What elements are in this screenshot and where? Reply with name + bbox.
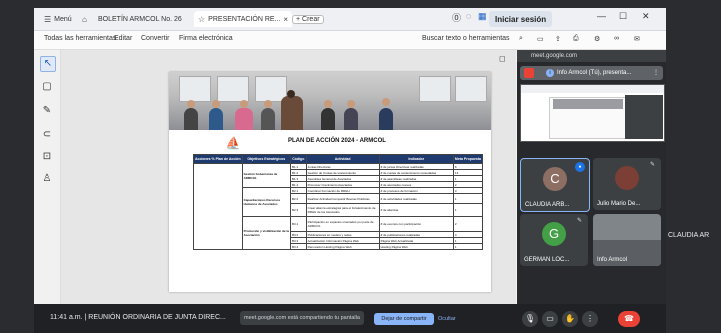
notification-icon[interactable]: ◌ — [466, 11, 471, 21]
browser-window: ☰ Menú ⌂ BOLETÍN ARMCOL No. 26 ☆ PRESENT… — [34, 8, 666, 304]
armcol-logo: ⛵ — [225, 136, 241, 150]
participant-side-label: CLAUDIA AR — [668, 232, 710, 239]
avatar: G — [542, 222, 566, 246]
pdf-toolbar: Todas las herramientas Editar Convertir … — [34, 31, 666, 50]
meet-panel: meet.google.com i Info Armcol (Tú), pres… — [517, 50, 666, 304]
stamp-tool-icon[interactable]: ♙ — [40, 172, 54, 186]
esign-menu[interactable]: Firma electrónica — [179, 35, 233, 42]
grid-icon: ☰ — [44, 14, 52, 24]
plan-title: PLAN DE ACCIÓN 2024 - ARMCOL — [288, 138, 386, 144]
share-notice: meet.google.com está compartiendo tu pan… — [240, 311, 364, 325]
all-tools-menu[interactable]: Todas las herramientas — [44, 35, 116, 42]
text-tool-icon[interactable]: ⊡ — [40, 150, 54, 164]
avatar: C — [543, 167, 567, 191]
tab-presentacion[interactable]: ☆ PRESENTACIÓN RE... × — [194, 11, 293, 27]
close-icon[interactable]: × — [283, 15, 288, 24]
record-icon[interactable] — [524, 68, 534, 78]
mic-icon[interactable]: 🎙 — [522, 311, 538, 327]
settings-icon[interactable]: ⚙ — [594, 35, 600, 43]
speaking-icon: ● — [575, 162, 585, 172]
stop-sharing-button[interactable]: Dejar de compartir — [374, 313, 434, 325]
muted-mic-icon: ✎ — [649, 162, 655, 168]
close-window-icon[interactable]: ✕ — [642, 11, 650, 22]
edit-menu[interactable]: Editar — [114, 35, 132, 42]
participant-tile-julio[interactable]: ✎ Julio Mario De... — [593, 158, 661, 210]
meet-bottom-bar: 11:41 a.m. | REUNIÓN ORDINARIA DE JUNTA … — [34, 304, 666, 333]
avatar — [615, 166, 639, 190]
table-header-row: Acciones % Plan de Acción Objetivos Estr… — [193, 154, 484, 164]
end-call-icon[interactable]: ☎ — [618, 311, 640, 327]
new-tab-button[interactable]: + Crear — [292, 11, 324, 27]
tab-home[interactable]: ⌂ — [82, 11, 87, 27]
tab-boletin[interactable]: BOLETÍN ARMCOL No. 26 — [98, 11, 182, 27]
help-icon[interactable]: ⓪ — [452, 11, 461, 24]
comment-icon[interactable]: ◻ — [499, 54, 506, 63]
pen-tool-icon[interactable]: ✎ — [40, 104, 54, 118]
presentation-thumbnail[interactable] — [520, 84, 665, 142]
hide-button[interactable]: Ocultar — [438, 313, 456, 325]
participant-tile-info-armcol[interactable]: Info Armcol — [593, 214, 661, 266]
muted-mic-icon: ✎ — [576, 218, 582, 224]
info-icon: i — [546, 69, 554, 77]
maximize-icon[interactable]: ☐ — [619, 11, 627, 22]
document-area: ◻ ⛵ PLAN DE ACCIÓN 2024 - ARMCOL Accione… — [61, 50, 516, 304]
meet-url-bar: meet.google.com — [517, 50, 666, 62]
share-icon[interactable]: ⇪ — [555, 35, 561, 43]
home-icon: ⌂ — [82, 14, 87, 24]
presenting-bar: i Info Armcol (Tú), presenta... ⋮ — [520, 66, 663, 80]
page-icon[interactable]: ▭ — [537, 35, 544, 43]
tool-rail: ↖ ▢ ✎ ⊂ ⊡ ♙ — [34, 50, 61, 304]
participant-tile-claudia[interactable]: C ● CLAUDIA ARB... — [520, 158, 590, 212]
print-icon[interactable]: ⎙ — [573, 35, 579, 43]
raise-hand-icon[interactable]: ✋ — [562, 311, 578, 327]
comment-tool-icon[interactable]: ▢ — [40, 80, 54, 94]
search-icon[interactable]: ⌕ — [519, 35, 523, 43]
tab-bar: ☰ Menú ⌂ BOLETÍN ARMCOL No. 26 ☆ PRESENT… — [34, 8, 666, 31]
more-options-icon[interactable]: ⋮ — [653, 66, 659, 80]
sign-in-button[interactable]: Iniciar sesión — [489, 11, 553, 27]
convert-menu[interactable]: Convertir — [141, 35, 169, 42]
meeting-room-photo — [169, 72, 491, 130]
search-tools-label[interactable]: Buscar texto o herramientas — [422, 35, 510, 42]
link-icon[interactable]: ∞ — [614, 35, 619, 42]
tab-menu[interactable]: ☰ Menú — [44, 11, 72, 27]
select-tool-icon[interactable]: ↖ — [40, 56, 56, 72]
mail-icon[interactable]: ✉ — [634, 35, 640, 43]
action-plan: ⛵ PLAN DE ACCIÓN 2024 - ARMCOL Acciones … — [193, 134, 484, 284]
clock: 11:41 a.m. | REUNIÓN ORDINARIA DE JUNTA … — [50, 314, 226, 321]
camera-icon[interactable]: ▭ — [542, 311, 558, 327]
plan-table: Acciones % Plan de Acción Objetivos Estr… — [193, 154, 484, 250]
apps-icon[interactable]: ▦ — [478, 11, 487, 22]
minimize-icon[interactable]: — — [597, 11, 606, 21]
document-page: ⛵ PLAN DE ACCIÓN 2024 - ARMCOL Acciones … — [169, 72, 491, 292]
participant-tile-german[interactable]: G ✎ GERMAN LOC... — [520, 214, 588, 266]
star-icon: ☆ — [198, 14, 206, 24]
lasso-tool-icon[interactable]: ⊂ — [40, 128, 54, 142]
more-icon[interactable]: ⋮ — [582, 311, 598, 327]
